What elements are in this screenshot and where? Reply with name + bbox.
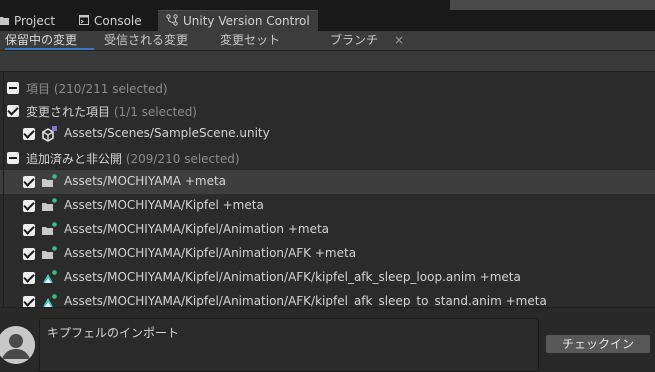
item-checkbox[interactable]: [23, 224, 35, 236]
tab-console[interactable]: Console: [79, 10, 157, 31]
pending-changes-tree: 項目 (210/211 selected) 変更された項目 (1/1 selec…: [0, 72, 655, 307]
subtab-pending-changes[interactable]: 保留中の変更: [5, 31, 94, 50]
item-path: Assets/MOCHIYAMA/Kipfel/Animation/AFK/ki…: [64, 270, 521, 284]
tab-project[interactable]: Project: [0, 10, 76, 31]
list-item[interactable]: Assets/MOCHIYAMA +meta: [0, 170, 655, 194]
console-icon: [79, 14, 89, 28]
item-path: Assets/MOCHIYAMA/Kipfel/Animation/AFK +m…: [64, 246, 357, 260]
root-label: 項目 (210/211 selected): [26, 82, 168, 96]
added-group-label: 追加済みと非公開 (209/210 selected): [26, 152, 240, 166]
list-item[interactable]: Assets/MOCHIYAMA/Kipfel/Animation/AFK/ki…: [0, 290, 655, 307]
item-path: Assets/MOCHIYAMA/Kipfel/Animation/AFK/ki…: [64, 294, 547, 307]
item-checkbox[interactable]: [23, 248, 35, 260]
animation-clip-added-icon: [41, 270, 57, 286]
list-item[interactable]: Assets/MOCHIYAMA/Kipfel/Animation/AFK/ki…: [0, 266, 655, 290]
root-checkbox[interactable]: [7, 82, 19, 94]
item-path: Assets/MOCHIYAMA +meta: [64, 174, 227, 188]
item-checkbox[interactable]: [23, 296, 35, 307]
changed-group-label: 変更された項目 (1/1 selected): [26, 105, 197, 119]
subtab-changesets[interactable]: 変更セット: [220, 31, 280, 50]
checkin-comment-text: キプフェルのインポート: [47, 326, 180, 340]
changed-group-checkbox[interactable]: [7, 105, 19, 117]
item-checkbox[interactable]: [23, 200, 35, 212]
animation-clip-added-icon: [41, 294, 57, 307]
added-group-checkbox[interactable]: [7, 152, 19, 164]
subtab-branches[interactable]: ブランチ: [330, 31, 378, 50]
added-group-row[interactable]: 追加済みと非公開 (209/210 selected): [0, 146, 655, 170]
folder-added-icon: [41, 246, 57, 262]
top-strip-scene-view: [450, 0, 655, 10]
unity-scene-icon: [41, 126, 57, 142]
window-tab-bar: Project Console Unity Version Control: [0, 10, 655, 31]
list-item[interactable]: Assets/MOCHIYAMA/Kipfel/Animation +meta: [0, 218, 655, 242]
avatar: [0, 326, 35, 364]
checkin-comment-input[interactable]: キプフェルのインポート: [39, 318, 539, 372]
tree-guide-line: [3, 72, 4, 307]
item-path: Assets/Scenes/SampleScene.unity: [64, 126, 270, 140]
tab-unity-version-control-label: Unity Version Control: [183, 14, 310, 28]
checkin-panel: キプフェルのインポート チェックイン: [0, 307, 655, 372]
tab-console-label: Console: [94, 13, 142, 28]
branch-icon: [166, 13, 178, 29]
pending-changes-toolbar: [0, 51, 655, 72]
folder-added-icon: [41, 198, 57, 214]
item-checkbox[interactable]: [23, 272, 35, 284]
checkin-button[interactable]: チェックイン: [545, 334, 651, 354]
list-item[interactable]: Assets/MOCHIYAMA/Kipfel/Animation/AFK +m…: [0, 242, 655, 266]
subtab-incoming-changes[interactable]: 受信される変更: [104, 31, 188, 50]
folder-added-icon: [41, 174, 57, 190]
close-icon[interactable]: ×: [394, 31, 404, 50]
folder-icon: [0, 14, 9, 28]
top-strip: [0, 0, 655, 10]
list-item[interactable]: Assets/Scenes/SampleScene.unity: [0, 122, 655, 146]
item-path: Assets/MOCHIYAMA/Kipfel +meta: [64, 198, 264, 212]
item-path: Assets/MOCHIYAMA/Kipfel/Animation +meta: [64, 222, 330, 236]
tab-project-label: Project: [14, 13, 56, 28]
item-checkbox[interactable]: [23, 176, 35, 188]
changed-group-row[interactable]: 変更された項目 (1/1 selected): [0, 99, 655, 123]
tree-root-row[interactable]: 項目 (210/211 selected): [0, 76, 655, 100]
folder-added-icon: [41, 222, 57, 238]
sub-tab-bar: 保留中の変更 受信される変更 変更セット ブランチ ×: [0, 31, 655, 51]
list-item[interactable]: Assets/MOCHIYAMA/Kipfel +meta: [0, 194, 655, 218]
top-strip-panel: [290, 0, 450, 10]
tab-unity-version-control[interactable]: Unity Version Control: [158, 10, 318, 31]
item-checkbox[interactable]: [23, 128, 35, 140]
